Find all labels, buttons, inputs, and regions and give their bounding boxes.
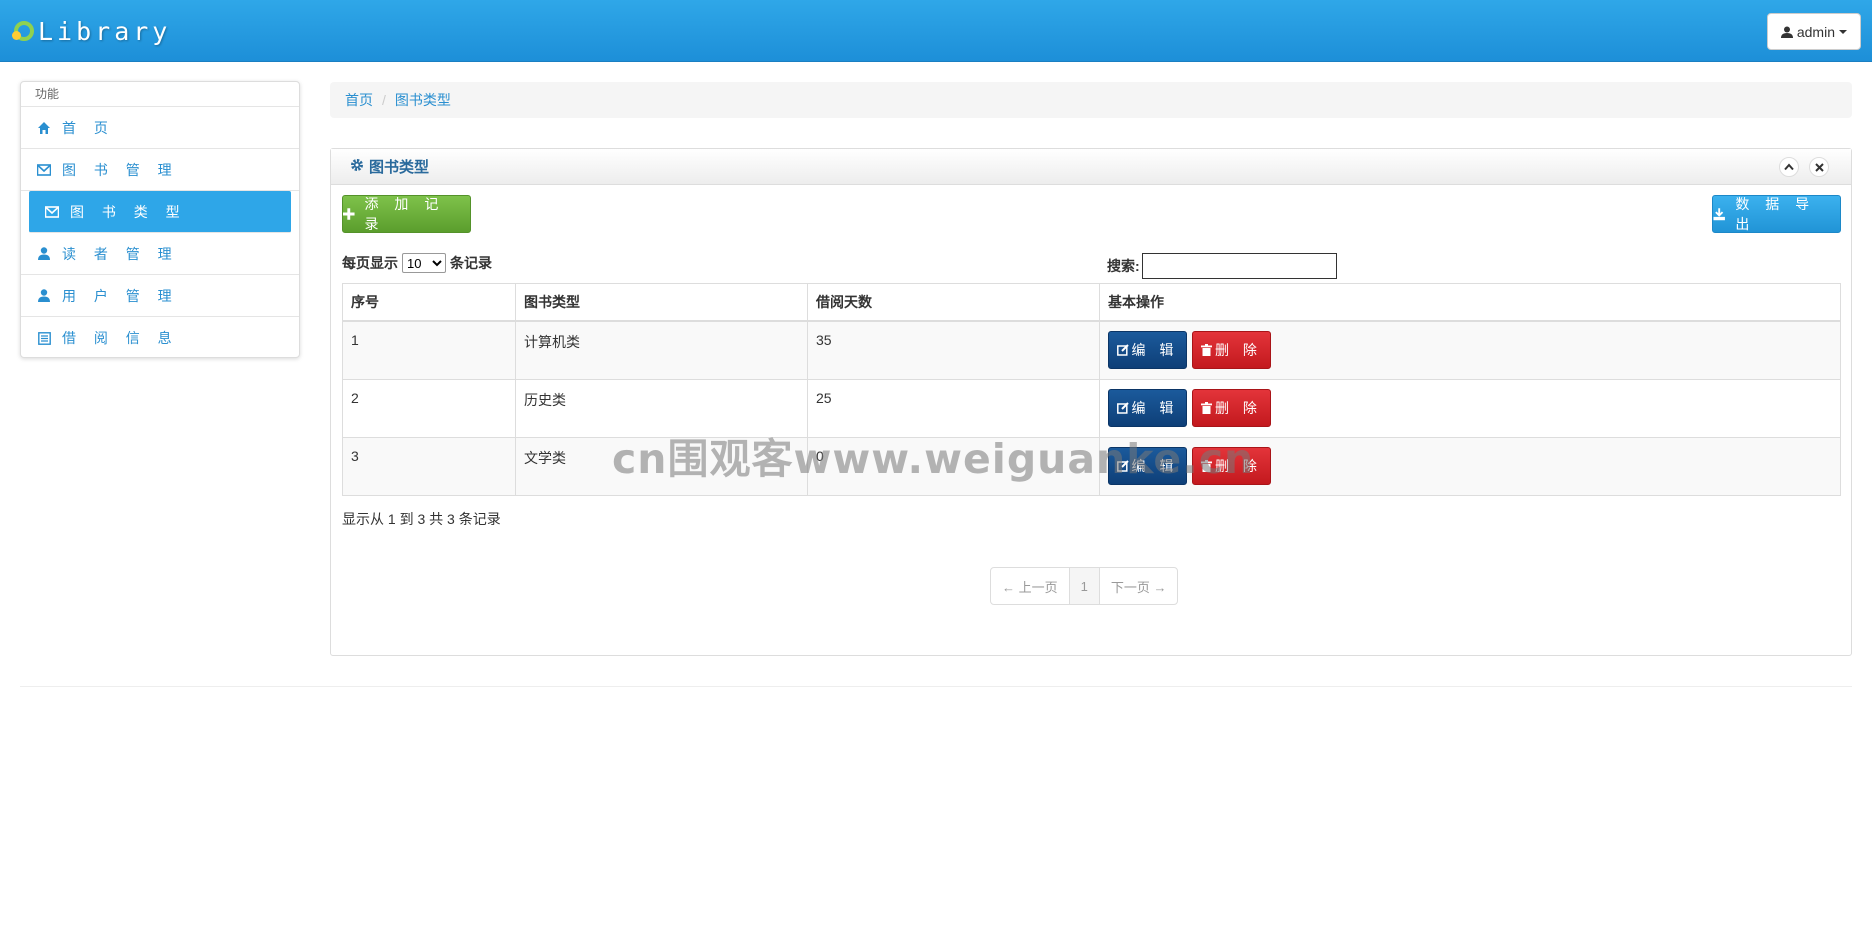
logo-icon	[12, 21, 34, 41]
download-icon	[1713, 207, 1725, 220]
trash-icon	[1201, 344, 1213, 356]
breadcrumb-separator: /	[382, 92, 386, 108]
search-control: 搜索:	[1107, 253, 1337, 279]
home-icon	[36, 120, 52, 136]
panel-title: 图书类型	[369, 159, 430, 176]
cell-actions: 编 辑 删 除	[1099, 437, 1841, 496]
export-data-label: 数 据 导 出	[1735, 196, 1816, 232]
search-input[interactable]	[1141, 253, 1337, 279]
cell-type: 计算机类	[515, 320, 808, 380]
delete-label: 删 除	[1215, 458, 1262, 474]
pagination: ← 上一页 1 下一页 →	[990, 567, 1179, 605]
delete-button[interactable]: 删 除	[1192, 331, 1271, 369]
user-menu-button[interactable]: admin	[1766, 13, 1861, 50]
edit-label: 编 辑	[1131, 458, 1179, 474]
next-page-button[interactable]: 下一页 →	[1100, 568, 1178, 604]
footer-divider	[20, 686, 1852, 687]
sidebar-item-label: 图 书 管 理	[62, 161, 179, 178]
breadcrumb: 首页 / 图书类型	[330, 82, 1852, 118]
sidebar-item-book-type[interactable]: 图 书 类 型	[29, 191, 291, 233]
export-data-button[interactable]: 数 据 导 出	[1712, 195, 1841, 233]
cell-days: 0	[807, 437, 1100, 496]
page-length-select[interactable]: 10	[402, 253, 446, 273]
cell-type: 文学类	[515, 437, 808, 496]
cell-days: 35	[807, 320, 1100, 380]
delete-button[interactable]: 删 除	[1192, 447, 1271, 485]
sidebar-item-label: 借 阅 信 息	[62, 330, 179, 346]
sidebar-header: 功能	[21, 82, 299, 107]
edit-icon	[1116, 460, 1129, 472]
user-name: admin	[1796, 23, 1835, 40]
plus-icon	[343, 208, 355, 220]
cell-actions: 编 辑 删 除	[1099, 379, 1841, 438]
user-icon	[36, 246, 52, 262]
trash-icon	[1201, 460, 1213, 472]
column-header-actions: 基本操作	[1099, 283, 1841, 322]
edit-icon	[1116, 344, 1129, 356]
breadcrumb-current[interactable]: 图书类型	[395, 90, 451, 110]
list-icon	[36, 330, 52, 346]
cell-actions: 编 辑 删 除	[1099, 320, 1841, 380]
page-length-prefix: 每页显示	[342, 255, 398, 271]
add-record-button[interactable]: 添 加 记 录	[342, 195, 471, 233]
column-header-type[interactable]: 图书类型	[515, 283, 808, 322]
cell-id: 2	[342, 379, 516, 438]
panel-tools	[1779, 157, 1829, 177]
sidebar-item-label: 图 书 类 型	[70, 203, 187, 220]
trash-icon	[1201, 402, 1213, 414]
column-header-id[interactable]: 序号	[342, 283, 516, 322]
user-icon	[36, 288, 52, 304]
book-type-panel: 图书类型 添 加 记 录 数 据 导 出 每页显示 10 条记录 搜索: 序号 …	[330, 148, 1852, 656]
edit-label: 编 辑	[1131, 342, 1179, 358]
edit-button[interactable]: 编 辑	[1108, 331, 1187, 369]
edit-label: 编 辑	[1131, 400, 1179, 416]
edit-icon	[1116, 402, 1129, 414]
delete-label: 删 除	[1215, 342, 1262, 358]
book-type-table: 序号 图书类型 借阅天数 基本操作 1 计算机类 35 编 辑 删 除 2 历史…	[342, 283, 1841, 496]
cell-days: 25	[807, 379, 1100, 438]
table-header-row: 序号 图书类型 借阅天数 基本操作	[342, 283, 1841, 322]
sidebar-item-home[interactable]: 首 页	[21, 107, 299, 149]
sidebar-item-book-management[interactable]: 图 书 管 理	[21, 149, 299, 191]
edit-button[interactable]: 编 辑	[1108, 389, 1187, 427]
sidebar-item-reader-management[interactable]: 读 者 管 理	[21, 233, 299, 275]
sidebar-item-borrow-info[interactable]: 借 阅 信 息	[21, 317, 299, 359]
chevron-up-icon[interactable]	[1779, 157, 1799, 177]
table-info: 显示从 1 到 3 共 3 条记录	[342, 511, 501, 527]
sidebar-item-user-management[interactable]: 用 户 管 理	[21, 275, 299, 317]
panel-header: 图书类型	[331, 149, 1851, 185]
breadcrumb-home-link[interactable]: 首页	[345, 90, 373, 110]
sidebar-item-label: 用 户 管 理	[62, 287, 179, 304]
table-row: 2 历史类 25 编 辑 删 除	[342, 379, 1841, 438]
delete-button[interactable]: 删 除	[1192, 389, 1271, 427]
column-header-days[interactable]: 借阅天数	[807, 283, 1100, 322]
top-navbar: Library admin	[0, 0, 1872, 62]
sidebar-item-label: 读 者 管 理	[62, 245, 179, 262]
brand-name: Library	[38, 16, 172, 46]
page-length-control: 每页显示 10 条记录	[342, 253, 492, 273]
sidebar-item-label: 首 页	[62, 119, 115, 136]
close-icon[interactable]	[1809, 157, 1829, 177]
edit-button[interactable]: 编 辑	[1108, 447, 1187, 485]
add-record-label: 添 加 记 录	[364, 196, 445, 232]
envelope-icon	[36, 162, 52, 178]
caret-down-icon	[1839, 29, 1847, 34]
cell-id: 3	[342, 437, 516, 496]
sidebar: 功能 首 页 图 书 管 理 图 书 类 型 读 者 管 理 用 户 管 理 借…	[20, 81, 300, 358]
table-row: 3 文学类 0 编 辑 删 除	[342, 437, 1841, 496]
delete-label: 删 除	[1215, 400, 1262, 416]
cell-id: 1	[342, 320, 516, 380]
table-row: 1 计算机类 35 编 辑 删 除	[342, 320, 1841, 380]
cell-type: 历史类	[515, 379, 808, 438]
prev-page-button[interactable]: ← 上一页	[991, 568, 1070, 604]
brand-logo[interactable]: Library	[12, 16, 172, 46]
page-length-suffix: 条记录	[450, 255, 492, 271]
envelope-icon	[44, 204, 60, 220]
search-label: 搜索:	[1107, 258, 1140, 274]
user-icon	[1780, 26, 1793, 38]
gear-icon	[350, 158, 364, 176]
page-number-button[interactable]: 1	[1069, 568, 1100, 604]
